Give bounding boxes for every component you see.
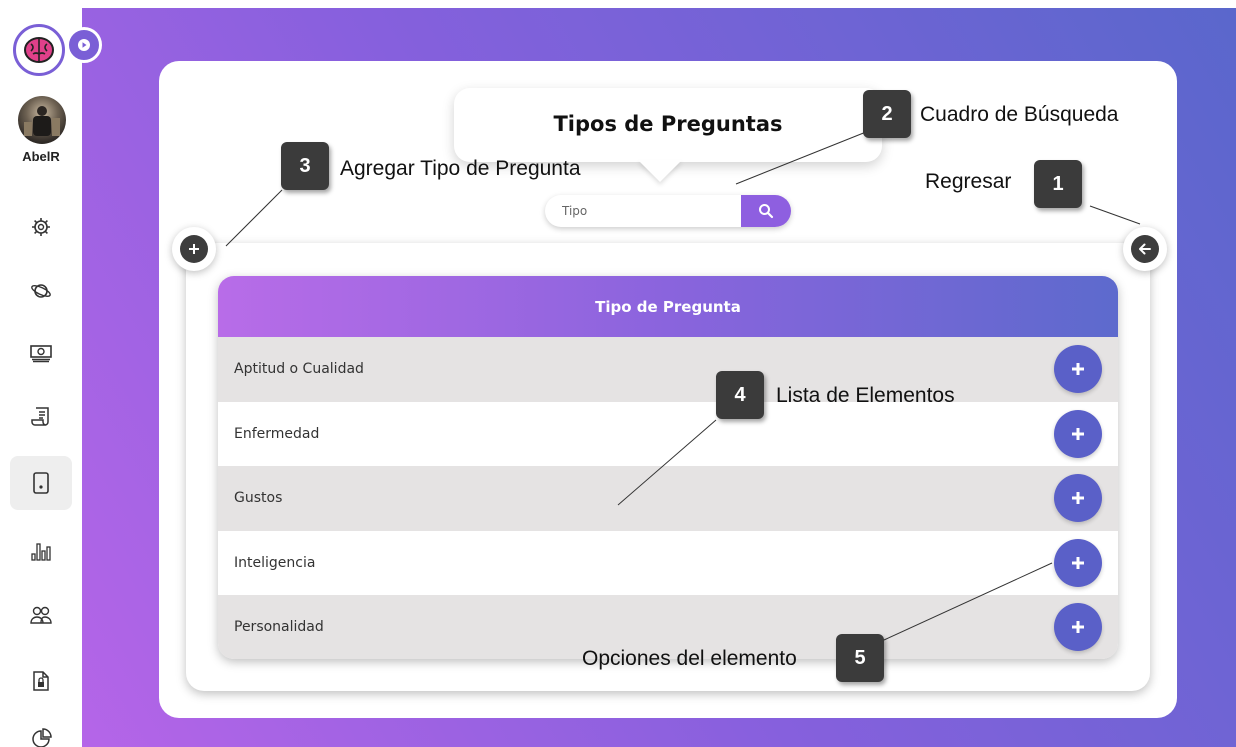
row-options-button[interactable] [1054,345,1102,394]
annotation-badge: 1 [1034,160,1082,208]
table-header: Tipo de Pregunta [218,276,1118,337]
pie-chart-icon [32,728,52,747]
planet-icon [31,284,51,298]
row-options-button[interactable] [1054,409,1102,458]
plus-icon [1072,556,1084,569]
annotation-label: Cuadro de Búsqueda [920,103,1119,126]
annotation-badge: 3 [281,142,329,190]
sidebar-item-secure-document[interactable] [10,654,72,708]
play-icon [78,39,90,51]
annotation-label: Agregar Tipo de Pregunta [340,157,581,180]
page-title: Tipos de Preguntas [553,112,783,136]
scroll-icon [31,407,49,426]
title-bubble: Tipos de Preguntas [454,88,882,162]
annotation-label: Opciones del elemento [582,647,797,670]
plus-icon [1072,363,1084,376]
document-lock-icon [33,671,49,691]
arrow-left-icon [1139,243,1151,255]
sidebar: AbelR [0,0,82,747]
plus-icon [1072,621,1084,634]
row-options-button[interactable] [1054,474,1102,523]
table-row: Inteligencia [218,530,1118,595]
row-options-button[interactable] [1054,603,1102,652]
sidebar-item-planet[interactable] [10,264,72,318]
table-row: Enfermedad [218,401,1118,466]
annotation-label: Lista de Elementos [776,384,955,407]
sidebar-toggle-button[interactable] [66,27,102,63]
annotation-badge: 5 [836,634,884,682]
annotation-badge: 4 [716,371,764,419]
tablet-icon [33,472,49,494]
search-button[interactable] [741,195,791,227]
avatar[interactable] [18,96,66,144]
users-icon [30,606,52,624]
annotation-badge: 2 [863,90,911,138]
back-button[interactable] [1123,227,1167,271]
table-row: Gustos [218,466,1118,531]
row-label: Inteligencia [234,554,316,571]
row-label: Enfermedad [234,425,320,442]
sidebar-item-scroll[interactable] [10,390,72,444]
row-label: Aptitud o Cualidad [234,361,364,378]
sidebar-item-money[interactable] [10,326,72,380]
search-box [545,195,791,227]
add-question-type-button[interactable] [172,227,216,271]
plus-icon [189,244,199,254]
plus-icon [1072,427,1084,440]
row-label: Personalidad [234,619,324,636]
annotation-label: Regresar [925,170,1012,193]
money-icon [30,345,52,363]
plus-icon [1072,492,1084,505]
row-label: Gustos [234,490,283,507]
username: AbelR [22,149,60,164]
search-input[interactable] [545,195,741,227]
row-options-button[interactable] [1054,538,1102,587]
sidebar-item-reports[interactable] [10,712,72,747]
search-icon [759,204,774,219]
sidebar-item-users[interactable] [10,588,72,642]
question-types-table: Tipo de Pregunta Aptitud o Cualidad Enfe… [218,276,1118,659]
sidebar-item-settings[interactable] [10,200,72,254]
table-row: Aptitud o Cualidad [218,337,1118,402]
sidebar-item-tablet[interactable] [10,456,72,510]
sidebar-item-stats[interactable] [10,523,72,577]
bar-chart-icon [31,543,51,561]
gear-icon [32,218,50,236]
brain-logo-icon[interactable] [13,24,65,76]
